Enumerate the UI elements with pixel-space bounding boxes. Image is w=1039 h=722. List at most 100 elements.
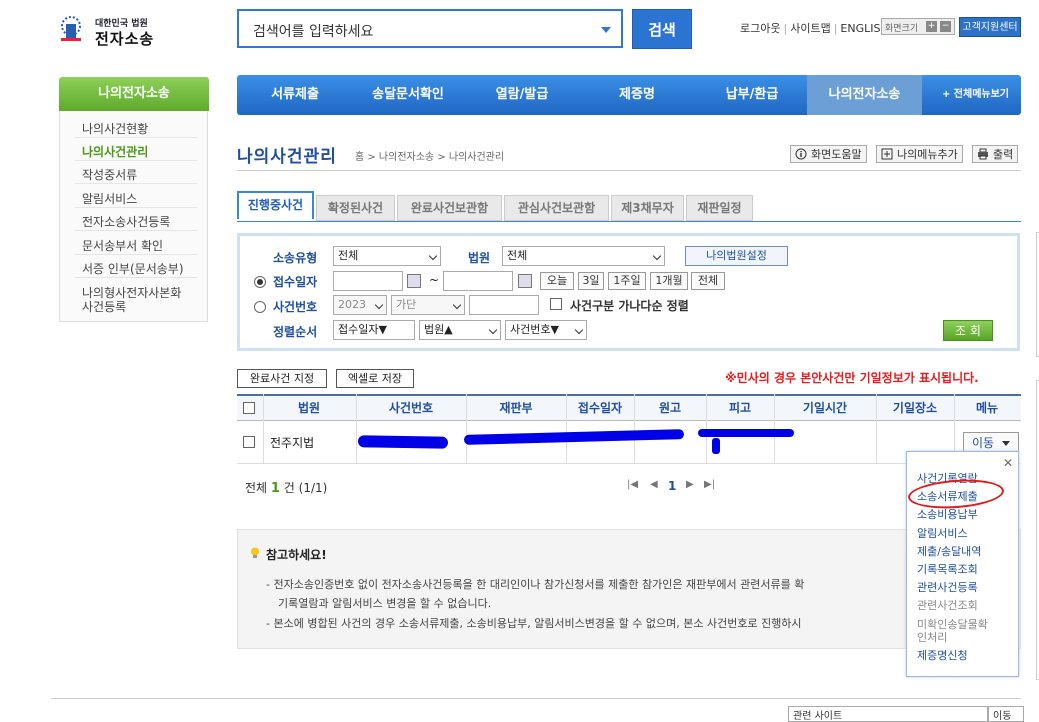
sidebar-item-case-management[interactable]: 나의사건관리: [82, 143, 148, 160]
order-label: 정렬순서: [273, 325, 318, 339]
row-court: 전주지법: [270, 436, 315, 450]
today-button[interactable]: 오늘: [540, 272, 574, 290]
date-from-input[interactable]: [333, 271, 403, 291]
sidebar-item-evidence[interactable]: 서증 인부(문서송부): [82, 260, 184, 277]
nav-certificates[interactable]: 제증명: [592, 75, 682, 115]
all-dates-button[interactable]: 전체: [691, 272, 725, 290]
help-button[interactable]: 화면도움말: [790, 145, 867, 163]
calendar-icon[interactable]: [518, 274, 532, 288]
tab-third-debtor[interactable]: 제3채무자: [611, 195, 684, 221]
current-page[interactable]: 1: [668, 479, 676, 493]
nav-all-menu[interactable]: + 전체메뉴보기: [942, 75, 1009, 115]
3days-button[interactable]: 3일: [578, 272, 604, 290]
chevron-down-icon: [652, 251, 662, 261]
row-move-label: 이동: [972, 436, 995, 450]
popup-item-pay-cost[interactable]: 소송비용납부: [917, 508, 978, 521]
sidebar-item-criminal-copy-2[interactable]: 사건등록: [82, 298, 126, 315]
tab-trial-schedule[interactable]: 재판일정: [686, 195, 753, 221]
year-select[interactable]: 2023: [333, 295, 387, 315]
receipt-date-radio[interactable]: [254, 276, 266, 288]
my-court-button[interactable]: 나의법원설정: [685, 246, 788, 266]
sidebar-item-doc-check[interactable]: 문서송부서 확인: [82, 237, 163, 254]
search-input[interactable]: 검색어를 입력하세요: [237, 9, 623, 48]
popup-item-certificate[interactable]: 제증명신청: [917, 649, 968, 662]
related-sites-select[interactable]: 관련 사이트: [788, 706, 988, 722]
total-count: 전체 1 건 (1/1): [245, 479, 327, 496]
sidebar-item-case-status[interactable]: 나의사건현황: [82, 120, 148, 137]
sidebar-item-case-register[interactable]: 전자소송사건등록: [82, 213, 170, 230]
col-receipt-date: 접수일자: [577, 401, 623, 415]
sort-gana-checkbox[interactable]: [550, 298, 562, 310]
popup-item-submit-history[interactable]: 제출/송달내역: [917, 545, 981, 558]
nav-delivery-check[interactable]: 송달문서확인: [353, 75, 463, 115]
prev-page-icon[interactable]: ◀: [650, 479, 658, 490]
search-dropdown-icon[interactable]: [601, 27, 611, 33]
case-no-radio[interactable]: [254, 301, 266, 313]
tab-completed-box[interactable]: 완료사건보관함: [397, 195, 502, 221]
gubun-value: 가단: [396, 298, 417, 311]
font-minus-button[interactable]: −: [940, 21, 951, 32]
sitemap-link[interactable]: 사이트맵: [790, 22, 830, 35]
date-to-input[interactable]: [443, 271, 513, 291]
footer-move-button[interactable]: 이동: [988, 706, 1024, 722]
logo-title: 전자소송: [95, 30, 155, 48]
1week-button[interactable]: 1주일: [608, 272, 646, 290]
calendar-icon[interactable]: [407, 274, 421, 288]
note-title: 참고하세요!: [266, 548, 327, 562]
customer-center-button[interactable]: 고객지원센터: [959, 17, 1021, 37]
redaction-defendant: [698, 429, 794, 437]
case-gubun-select[interactable]: 가단: [391, 295, 465, 315]
popup-item-related-register[interactable]: 관련사건등록: [917, 581, 978, 594]
court-select[interactable]: 전체: [502, 246, 665, 266]
popup-item-record-list[interactable]: 기록목록조회: [917, 563, 978, 576]
order-select-2[interactable]: 법원▲: [419, 320, 501, 340]
util-links: 로그아웃 | 사이트맵 | ENGLISH: [740, 22, 889, 35]
court-value: 전체: [507, 249, 528, 262]
popup-item-related-view: 관련사건조회: [917, 599, 978, 612]
popup-item-alerts[interactable]: 알림서비스: [917, 527, 968, 540]
search-button[interactable]: 검색: [632, 9, 692, 49]
order-1-value: 접수일자▼: [338, 323, 387, 336]
printer-icon: [978, 148, 988, 160]
order-select-3[interactable]: 사건번호▼: [505, 320, 587, 340]
main-nav: 서류제출 송달문서확인 열람/발급 제증명 납부/환급 나의전자소송 + 전체메…: [237, 75, 1021, 115]
font-plus-button[interactable]: +: [926, 21, 937, 32]
nav-view-issue[interactable]: 열람/발급: [477, 75, 567, 115]
print-button[interactable]: 출력: [972, 145, 1019, 163]
col-division: 재판부: [499, 401, 533, 415]
1month-button[interactable]: 1개월: [650, 272, 688, 290]
col-menu: 메뉴: [975, 401, 999, 415]
sidebar-item-alerts[interactable]: 알림서비스: [82, 190, 137, 207]
case-number-input[interactable]: [469, 295, 539, 315]
tab-interest-box[interactable]: 관심사건보관함: [504, 195, 609, 221]
nav-my-e-litigation[interactable]: 나의전자소송: [807, 75, 922, 115]
court-logo[interactable]: 대한민국 법원 전자소송: [55, 12, 165, 50]
close-icon[interactable]: ✕: [1003, 456, 1013, 470]
table-row[interactable]: 전주지법: [237, 421, 1021, 463]
first-page-icon[interactable]: |◀: [627, 479, 638, 490]
add-menu-label: 나의메뉴추가: [897, 148, 958, 161]
reference-note: 참고하세요! - 전자소송인증번호 없이 전자소송사건등록을 한 대리인이나 참…: [237, 529, 1021, 649]
sidebar-title[interactable]: 나의전자소송: [59, 77, 209, 111]
logout-link[interactable]: 로그아웃: [740, 22, 780, 35]
print-label: 출력: [993, 148, 1014, 161]
next-page-icon[interactable]: ▶: [686, 479, 694, 490]
redaction-defendant-2: [712, 438, 720, 454]
nav-payment-refund[interactable]: 납부/환급: [707, 75, 797, 115]
order-3-value: 사건번호▼: [510, 323, 559, 336]
case-type-select[interactable]: 전체: [333, 246, 441, 266]
excel-save-button[interactable]: 엑셀로 저장: [336, 369, 414, 388]
tab-in-progress[interactable]: 진행중사건: [237, 191, 314, 219]
nav-submit-docs[interactable]: 서류제출: [251, 75, 339, 115]
tab-confirmed[interactable]: 확정된사건: [316, 195, 395, 221]
add-menu-button[interactable]: 나의메뉴추가: [876, 145, 963, 163]
row-checkbox[interactable]: [243, 436, 255, 448]
select-all-checkbox[interactable]: [243, 402, 255, 414]
order-select-1[interactable]: 접수일자▼: [333, 320, 415, 340]
query-button[interactable]: 조 회: [943, 320, 993, 341]
sidebar-item-drafts[interactable]: 작성중서류: [82, 166, 137, 183]
font-size-control: 화면크기 + −: [881, 18, 955, 35]
last-page-icon[interactable]: ▶|: [704, 479, 715, 490]
court-emblem-icon: [61, 16, 81, 41]
complete-case-button[interactable]: 완료사건 지정: [237, 369, 327, 388]
